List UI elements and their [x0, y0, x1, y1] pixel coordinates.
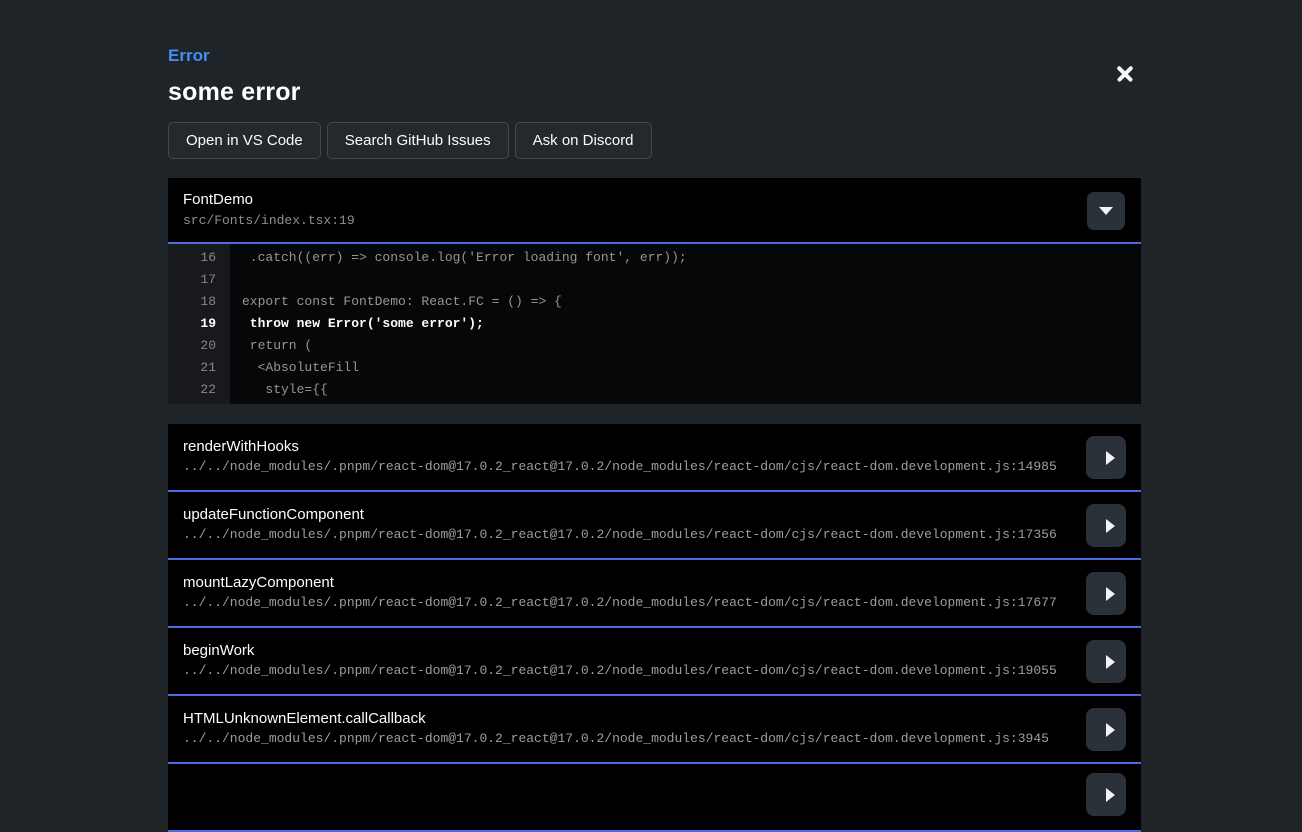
stack-frame: renderWithHooks ../../node_modules/.pnpm/… [168, 424, 1141, 492]
expand-stack-frame-button[interactable] [1086, 708, 1126, 751]
code-line: style={{ [242, 379, 1141, 401]
stack-frame-function-name: beginWork [183, 641, 1071, 660]
open-in-vscode-button[interactable]: Open in VS Code [168, 122, 321, 159]
code-line: export const FontDemo: React.FC = () => … [242, 291, 1141, 313]
search-github-issues-button[interactable]: Search GitHub Issues [327, 122, 509, 159]
stack-frame-file-location: ../../node_modules/.pnpm/react-dom@17.0.… [183, 730, 1071, 747]
ask-on-discord-button[interactable]: Ask on Discord [515, 122, 652, 159]
expand-stack-frame-button[interactable] [1086, 436, 1126, 479]
expand-stack-frame-button[interactable] [1086, 640, 1126, 683]
code-frame-header: FontDemo src/Fonts/index.tsx:19 [168, 178, 1141, 244]
line-number: 18 [168, 291, 216, 313]
chevron-down-icon [1099, 207, 1113, 215]
play-icon [1106, 519, 1115, 533]
play-icon [1106, 587, 1115, 601]
stack-frame-function-name: renderWithHooks [183, 437, 1071, 456]
line-number-gutter: 16171819202122 [168, 244, 230, 404]
code-lines: .catch((err) => console.log('Error loadi… [230, 244, 1141, 404]
stack-frame-file-location: ../../node_modules/.pnpm/react-dom@17.0.… [183, 662, 1071, 679]
code-line [242, 269, 1141, 291]
expand-stack-frame-button[interactable] [1086, 773, 1126, 816]
stack-frame-file-location: ../../node_modules/.pnpm/react-dom@17.0.… [183, 594, 1071, 611]
stack-frame: updateFunctionComponent ../../node_module… [168, 492, 1141, 560]
stack-frame: mountLazyComponent ../../node_modules/.pn… [168, 560, 1141, 628]
code-frame-source: 16171819202122 .catch((err) => console.l… [168, 244, 1141, 404]
line-number: 21 [168, 357, 216, 379]
stack-frame [168, 764, 1141, 832]
stack-frame-function-name: mountLazyComponent [183, 573, 1071, 592]
play-icon [1106, 723, 1115, 737]
line-number: 16 [168, 247, 216, 269]
play-icon [1106, 451, 1115, 465]
error-overlay: Error some error Open in VS Code Search … [168, 0, 1141, 832]
expand-stack-frame-button[interactable] [1086, 504, 1126, 547]
collapse-code-frame-button[interactable] [1087, 192, 1125, 230]
code-line-highlighted: throw new Error('some error'); [242, 313, 1141, 335]
stack-frame-file-location: ../../node_modules/.pnpm/react-dom@17.0.… [183, 458, 1071, 475]
code-frame-function-name: FontDemo [183, 191, 1125, 209]
stack-trace-list: renderWithHooks ../../node_modules/.pnpm/… [168, 424, 1141, 832]
stack-frame: beginWork ../../node_modules/.pnpm/react-… [168, 628, 1141, 696]
code-line: .catch((err) => console.log('Error loadi… [242, 247, 1141, 269]
code-line: <AbsoluteFill [242, 357, 1141, 379]
play-icon [1106, 788, 1115, 802]
page-title: some error [168, 79, 1141, 105]
line-number: 22 [168, 379, 216, 401]
code-frame-file-location: src/Fonts/index.tsx:19 [183, 213, 1125, 229]
line-number: 19 [168, 313, 216, 335]
expand-stack-frame-button[interactable] [1086, 572, 1126, 615]
stack-frame-function-name: updateFunctionComponent [183, 505, 1071, 524]
action-button-row: Open in VS Code Search GitHub Issues Ask… [168, 122, 1141, 159]
line-number: 20 [168, 335, 216, 357]
error-type-label: Error [168, 46, 1141, 66]
code-frame-panel: FontDemo src/Fonts/index.tsx:19 16171819… [168, 178, 1141, 404]
play-icon [1106, 655, 1115, 669]
code-line: return ( [242, 335, 1141, 357]
stack-frame: HTMLUnknownElement.callCallback ../../nod… [168, 696, 1141, 764]
stack-frame-function-name: HTMLUnknownElement.callCallback [183, 709, 1071, 728]
stack-frame-file-location: ../../node_modules/.pnpm/react-dom@17.0.… [183, 526, 1071, 543]
line-number: 17 [168, 269, 216, 291]
